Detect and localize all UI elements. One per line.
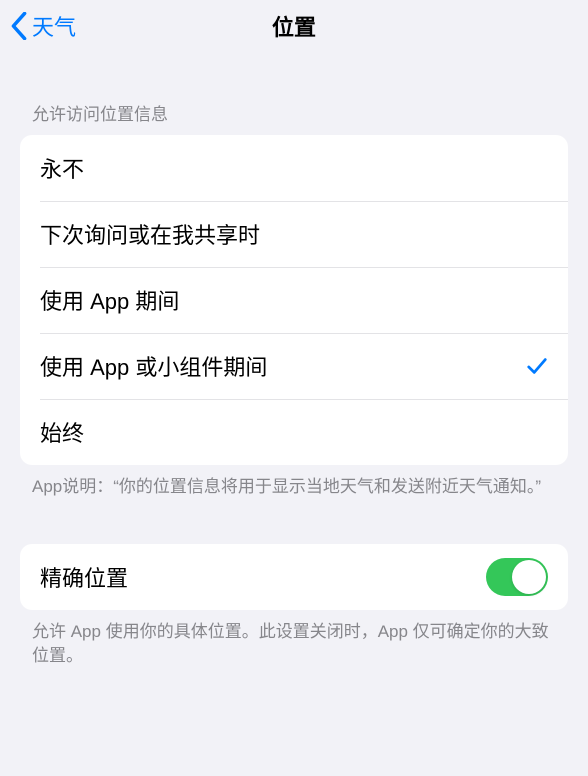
chevron-left-icon (10, 12, 28, 40)
option-label: 始终 (40, 416, 84, 448)
option-label: 下次询问或在我共享时 (40, 218, 260, 250)
precise-location-toggle[interactable] (486, 558, 548, 596)
option-label: 永不 (40, 152, 84, 184)
checkmark-icon (526, 355, 548, 377)
back-label: 天气 (32, 10, 76, 42)
precise-location-group: 精确位置 (20, 544, 568, 610)
option-label: 使用 App 期间 (40, 284, 179, 316)
toggle-knob (512, 560, 546, 594)
option-never[interactable]: 永不 (20, 135, 568, 201)
precise-location-row: 精确位置 (20, 544, 568, 610)
section-header-location-access: 允许访问位置信息 (0, 52, 588, 135)
option-while-using-app-or-widgets[interactable]: 使用 App 或小组件期间 (20, 333, 568, 399)
back-button[interactable]: 天气 (10, 10, 76, 42)
section-footer-precise-description: 允许 App 使用你的具体位置。此设置关闭时，App 仅可确定你的大致位置。 (0, 610, 588, 669)
precise-location-label: 精确位置 (40, 561, 128, 593)
location-access-options: 永不 下次询问或在我共享时 使用 App 期间 使用 App 或小组件期间 始终 (20, 135, 568, 465)
option-while-using-app[interactable]: 使用 App 期间 (20, 267, 568, 333)
option-always[interactable]: 始终 (20, 399, 568, 465)
navigation-bar: 天气 位置 (0, 0, 588, 52)
page-title: 位置 (272, 10, 316, 42)
option-label: 使用 App 或小组件期间 (40, 350, 267, 382)
section-footer-app-description: App说明：“你的位置信息将用于显示当地天气和发送附近天气通知。” (0, 465, 588, 500)
option-ask-next-time[interactable]: 下次询问或在我共享时 (20, 201, 568, 267)
